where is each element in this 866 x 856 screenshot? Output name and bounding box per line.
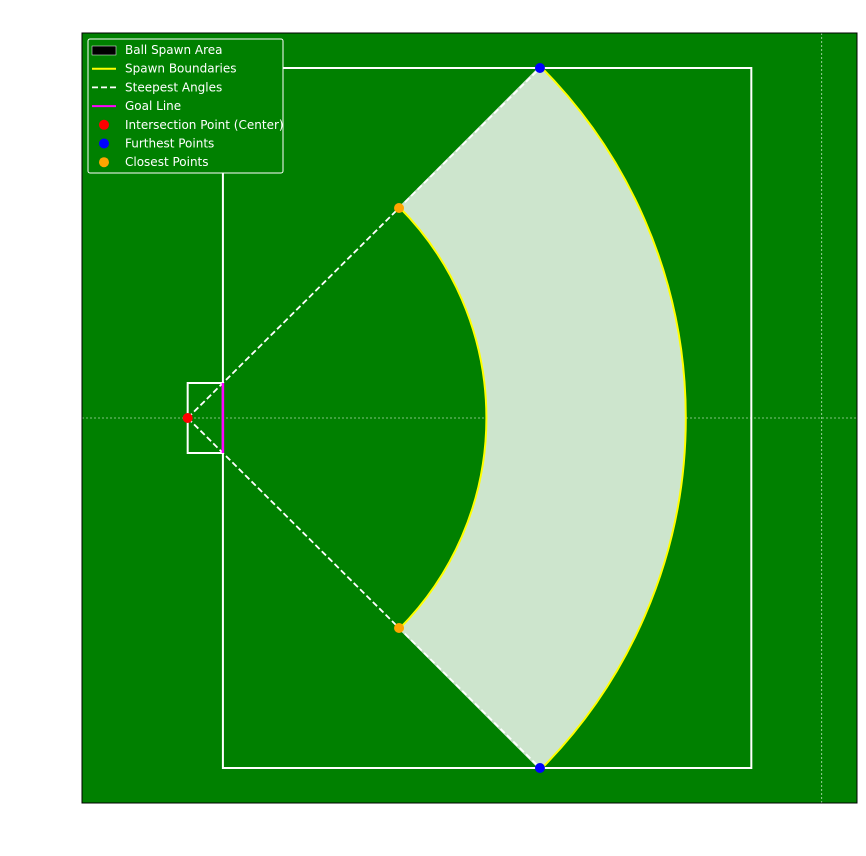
- legend: Ball Spawn Area Spawn Boundaries Steepest …: [87, 38, 284, 174]
- legend-label-goal_line: Goal Line: [125, 99, 181, 113]
- closest-point-1: [394, 203, 405, 213]
- legend-swatch-center_point: [99, 119, 109, 130]
- legend-swatch-furthest_points: [99, 138, 109, 149]
- spawn-area-chart: Ball Spawn Area Spawn Boundaries Steepest …: [81, 32, 858, 804]
- legend-swatch-closest_points: [99, 157, 109, 168]
- legend-label-steepest_angles: Steepest Angles: [125, 80, 222, 94]
- furthest-point-2: [534, 763, 545, 773]
- legend-swatch-spawn_area: [91, 45, 117, 56]
- intersection-point: [182, 413, 193, 423]
- legend-box: [87, 38, 284, 174]
- legend-label-furthest_points: Furthest Points: [125, 137, 214, 151]
- legend-label-center_point: Intersection Point (Center): [125, 118, 284, 132]
- legend-label-spawn_area: Ball Spawn Area: [125, 43, 223, 57]
- closest-point-2: [394, 623, 405, 633]
- legend-label-spawn_boundary: Spawn Boundaries: [125, 62, 236, 76]
- legend-label-closest_points: Closest Points: [125, 155, 209, 169]
- furthest-point-1: [534, 63, 545, 73]
